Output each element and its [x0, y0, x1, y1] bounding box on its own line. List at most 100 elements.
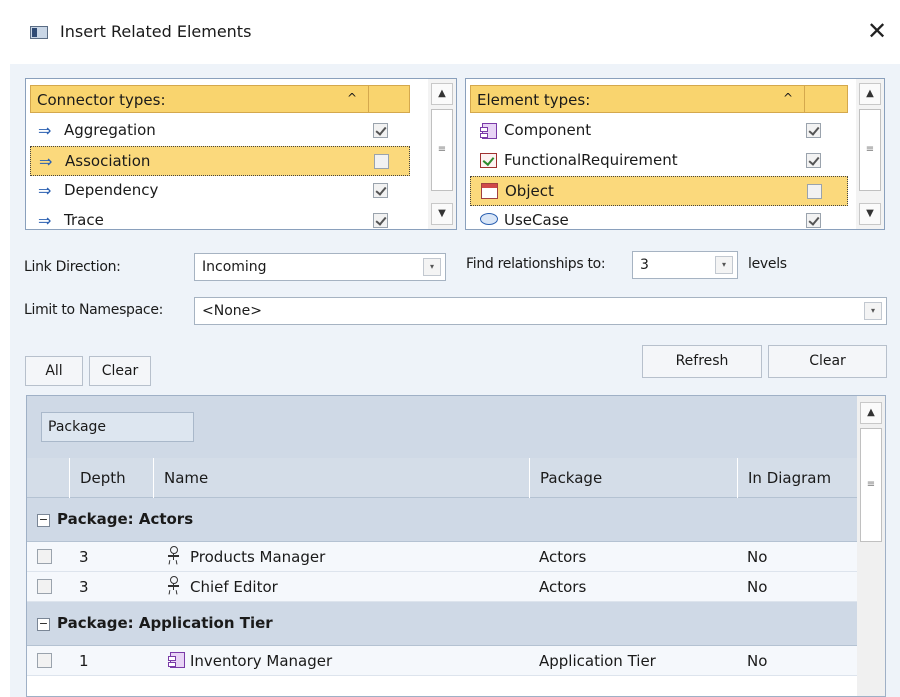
depth-cell: 3 [79, 548, 89, 566]
scroll-up-button[interactable]: ▲ [431, 83, 453, 105]
connector-trace-checkbox[interactable] [373, 213, 388, 228]
arrow-icon: ⇒ [39, 152, 53, 171]
package-cell: Application Tier [539, 652, 656, 670]
element-types-scrollbar[interactable]: ▲ ≡ ▼ [856, 79, 884, 229]
in-diagram-cell: No [747, 548, 768, 566]
connector-item-trace[interactable]: ⇒ Trace [30, 206, 410, 230]
in-diagram-cell: No [747, 578, 768, 596]
connector-item-association[interactable]: ⇒ Association [30, 146, 410, 176]
element-types-list[interactable]: Element types: ^ Component FunctionalReq… [465, 78, 885, 230]
link-direction-label: Link Direction: [24, 259, 121, 275]
element-usecase-checkbox[interactable] [806, 213, 821, 228]
element-item-functional-requirement[interactable]: FunctionalRequirement [470, 146, 848, 176]
connector-types-header-label: Connector types: [37, 91, 166, 109]
refresh-button[interactable]: Refresh [642, 345, 762, 378]
package-cell: Actors [539, 548, 587, 566]
element-item-usecase[interactable]: UseCase [470, 206, 848, 229]
window-title: Insert Related Elements [60, 22, 252, 41]
chevron-down-icon[interactable]: ▾ [423, 258, 441, 276]
name-cell: Chief Editor [190, 578, 278, 596]
chevron-down-icon[interactable]: ▾ [715, 256, 733, 274]
component-icon [168, 652, 185, 668]
clear-selection-button[interactable]: Clear [89, 356, 151, 386]
scroll-up-button[interactable]: ▲ [860, 402, 882, 424]
select-column-header[interactable] [27, 458, 69, 498]
connector-item-aggregation[interactable]: ⇒ Aggregation [30, 116, 410, 146]
row-checkbox[interactable] [37, 579, 52, 594]
connector-item-dependency[interactable]: ⇒ Dependency [30, 176, 410, 206]
chevron-down-icon[interactable]: ▾ [864, 302, 882, 320]
element-types-header[interactable]: Element types: ^ [470, 85, 848, 113]
namespace-label: Limit to Namespace: [24, 302, 164, 318]
connector-item-label: Dependency [64, 181, 159, 199]
collapse-icon[interactable]: − [37, 514, 50, 527]
group-title: Package: Application Tier [57, 614, 273, 632]
table-row[interactable]: 3 Products Manager Actors No [27, 542, 859, 572]
sort-ascending-icon[interactable]: ^ [783, 91, 793, 105]
connector-item-label: Association [65, 152, 151, 170]
element-item-component[interactable]: Component [470, 116, 848, 146]
in-diagram-cell: No [747, 652, 768, 670]
usecase-icon [480, 213, 498, 225]
actor-icon [167, 546, 180, 566]
element-types-header-label: Element types: [477, 91, 591, 109]
connector-item-label: Aggregation [64, 121, 156, 139]
scroll-thumb[interactable]: ≡ [860, 428, 882, 542]
close-button[interactable]: ✕ [862, 16, 892, 46]
link-direction-combo[interactable]: Incoming ▾ [194, 253, 446, 281]
levels-label: levels [748, 256, 787, 272]
namespace-combo[interactable]: <None> ▾ [194, 297, 887, 325]
element-item-label: Component [504, 121, 592, 139]
table-row[interactable]: 1 Inventory Manager Application Tier No [27, 646, 859, 676]
header-separator [368, 86, 369, 112]
column-header-in-diagram[interactable]: In Diagram [737, 458, 859, 498]
arrow-icon: ⇒ [38, 211, 52, 230]
element-item-object[interactable]: Object [470, 176, 848, 206]
results-grid[interactable]: Package Depth Name Package In Diagram − … [26, 395, 886, 697]
connector-types-list[interactable]: Connector types: ^ ⇒ Aggregation ⇒ Assoc… [25, 78, 457, 230]
sort-ascending-icon[interactable]: ^ [347, 91, 357, 105]
scroll-thumb[interactable]: ≡ [859, 109, 881, 191]
actor-icon [167, 576, 180, 596]
table-row[interactable]: 3 Chief Editor Actors No [27, 572, 859, 602]
group-by-package-chip[interactable]: Package [41, 412, 194, 442]
connector-item-label: Trace [64, 211, 104, 229]
column-header-package[interactable]: Package [529, 458, 737, 498]
namespace-value: <None> [202, 303, 262, 319]
clear-button[interactable]: Clear [768, 345, 887, 378]
element-component-checkbox[interactable] [806, 123, 821, 138]
title-bar: Insert Related Elements ✕ [0, 0, 900, 64]
connector-dependency-checkbox[interactable] [373, 183, 388, 198]
window-icon [30, 26, 48, 39]
row-checkbox[interactable] [37, 653, 52, 668]
scroll-down-button[interactable]: ▼ [859, 203, 881, 225]
element-item-label: Object [505, 182, 554, 200]
name-cell: Inventory Manager [190, 652, 333, 670]
results-grid-scrollbar[interactable]: ▲ ≡ [857, 396, 885, 696]
column-header-name[interactable]: Name [153, 458, 529, 498]
row-checkbox[interactable] [37, 549, 52, 564]
connector-association-checkbox[interactable] [374, 154, 389, 169]
group-row-application-tier[interactable]: − Package: Application Tier [27, 602, 859, 646]
depth-cell: 1 [79, 652, 89, 670]
element-requirement-checkbox[interactable] [806, 153, 821, 168]
group-by-panel: Package [27, 396, 859, 458]
connector-types-header[interactable]: Connector types: ^ [30, 85, 410, 113]
depth-cell: 3 [79, 578, 89, 596]
scroll-up-button[interactable]: ▲ [859, 83, 881, 105]
find-relationships-combo[interactable]: 3 ▾ [632, 251, 738, 279]
scroll-down-button[interactable]: ▼ [431, 203, 453, 225]
element-object-checkbox[interactable] [807, 184, 822, 199]
arrow-icon: ⇒ [38, 181, 52, 200]
all-button[interactable]: All [25, 356, 83, 386]
header-separator [804, 86, 805, 112]
collapse-icon[interactable]: − [37, 618, 50, 631]
scroll-thumb[interactable]: ≡ [431, 109, 453, 191]
column-header-row: Depth Name Package In Diagram [27, 458, 859, 498]
find-relationships-value: 3 [640, 257, 649, 273]
connector-aggregation-checkbox[interactable] [373, 123, 388, 138]
column-header-depth[interactable]: Depth [69, 458, 153, 498]
arrow-icon: ⇒ [38, 121, 52, 140]
connector-types-scrollbar[interactable]: ▲ ≡ ▼ [428, 79, 456, 229]
group-row-actors[interactable]: − Package: Actors [27, 498, 859, 542]
